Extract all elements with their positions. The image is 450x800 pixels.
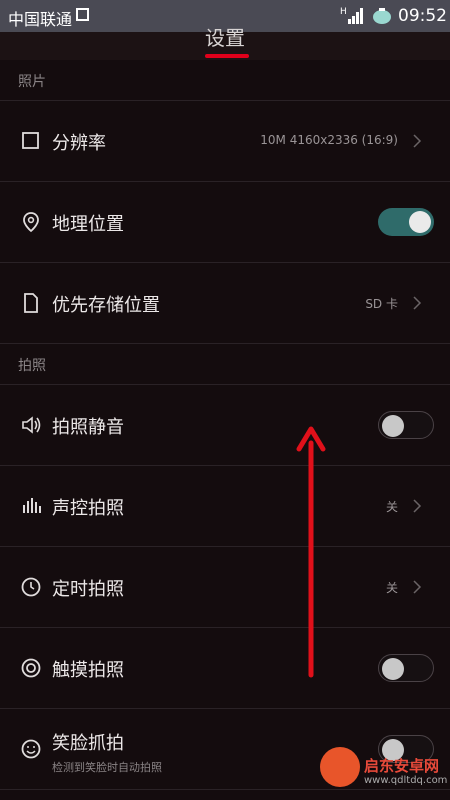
setting-resolution[interactable]: 分辨率 10M 4160x2336 (16:9) xyxy=(0,101,450,182)
setting-label: 声控拍照 xyxy=(52,498,124,519)
setting-value: 10M 4160x2336 (16:9) xyxy=(260,133,398,147)
square-icon xyxy=(22,132,39,149)
section-title: 照片 xyxy=(18,74,46,90)
setting-label: 拍照静音 xyxy=(52,417,124,438)
toggle-knob xyxy=(409,211,431,233)
page-title: 设置 xyxy=(205,26,245,50)
image-notification-icon xyxy=(76,8,89,21)
setting-storage-location[interactable]: 优先存储位置 SD 卡 xyxy=(0,263,450,344)
swipe-up-arrow-icon xyxy=(296,426,326,678)
setting-label: 定时拍照 xyxy=(52,579,124,600)
mute-shutter-toggle[interactable] xyxy=(378,411,434,439)
location-pin-icon xyxy=(23,212,39,233)
touch-shoot-toggle[interactable] xyxy=(378,654,434,682)
watermark-name: 启东安卓网 xyxy=(364,757,440,775)
toggle-knob xyxy=(382,415,404,437)
sound-bars-icon xyxy=(23,498,41,513)
setting-label: 分辨率 xyxy=(52,133,106,154)
clock-icon xyxy=(21,577,41,597)
setting-touch-shoot[interactable]: 触摸拍照 xyxy=(0,628,450,709)
network-type: H xyxy=(340,7,347,17)
title-underline xyxy=(205,54,249,58)
settings-list: 照片 分辨率 10M 4160x2336 (16:9) 地理位置 优先存储位置 … xyxy=(0,60,450,790)
setting-timer[interactable]: 定时拍照 关 xyxy=(0,547,450,628)
chevron-right-icon xyxy=(413,134,422,148)
speaker-icon xyxy=(22,416,41,434)
section-header-photo: 照片 xyxy=(0,60,450,101)
chevron-right-icon xyxy=(413,499,422,513)
setting-location[interactable]: 地理位置 xyxy=(0,182,450,263)
setting-description: 检测到笑脸时自动拍照 xyxy=(52,761,162,774)
setting-label: 触摸拍照 xyxy=(52,660,124,681)
setting-label: 地理位置 xyxy=(52,214,124,235)
setting-voice-control[interactable]: 声控拍照 关 xyxy=(0,466,450,547)
smile-icon xyxy=(21,739,41,759)
setting-value: SD 卡 xyxy=(365,297,398,311)
watermark-url: www.qdltdq.com xyxy=(364,775,448,786)
target-icon xyxy=(21,658,41,678)
setting-label: 优先存储位置 xyxy=(52,295,160,316)
setting-label: 笑脸抓拍 xyxy=(52,733,124,754)
section-header-shoot: 拍照 xyxy=(0,344,450,385)
setting-value: 关 xyxy=(385,500,398,514)
watermark-icon xyxy=(320,747,360,787)
setting-mute-shutter[interactable]: 拍照静音 xyxy=(0,385,450,466)
location-toggle[interactable] xyxy=(378,208,434,236)
watermark-logo: 启东安卓网 www.qdltdq.com xyxy=(320,745,450,800)
file-icon xyxy=(24,293,38,313)
settings-header: 设置 xyxy=(0,26,450,60)
chevron-right-icon xyxy=(413,296,422,310)
toggle-knob xyxy=(382,658,404,680)
section-title: 拍照 xyxy=(18,358,46,374)
chevron-right-icon xyxy=(413,580,422,594)
setting-value: 关 xyxy=(385,581,398,595)
